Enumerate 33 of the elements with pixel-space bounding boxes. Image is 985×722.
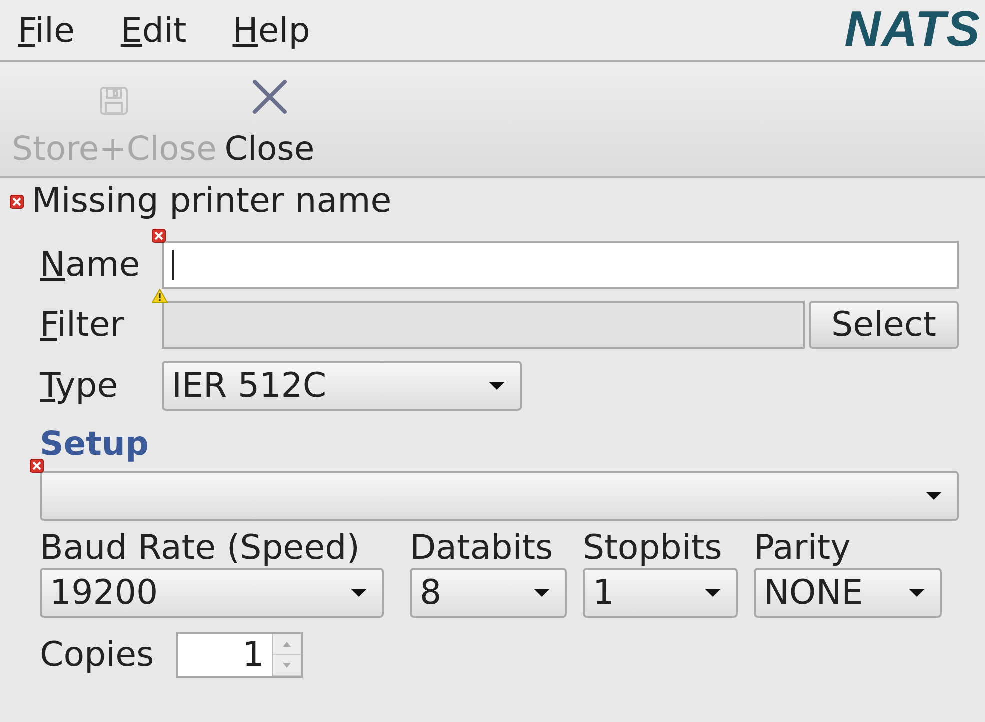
logo: NATS	[844, 1, 981, 59]
setup-dropdown[interactable]	[40, 471, 959, 522]
field-label: Stopbits	[583, 529, 724, 568]
name-field[interactable]	[162, 241, 959, 290]
dropdown[interactable]: NONE	[754, 568, 942, 618]
toolbar-button[interactable]: Close	[220, 78, 319, 176]
dropdown-arrow-icon	[350, 588, 368, 598]
menu-item[interactable]: Help	[232, 8, 310, 52]
field-label: Name	[40, 246, 142, 285]
menu-item[interactable]: File	[18, 8, 75, 52]
dropdown-arrow-icon	[908, 588, 926, 598]
dropdown[interactable]: 8	[410, 568, 567, 618]
close-icon	[250, 78, 289, 116]
dropdown[interactable]: 1	[583, 568, 738, 618]
section-title: Setup	[40, 425, 150, 464]
field-label: Parity	[754, 529, 852, 568]
dropdown-arrow-icon	[925, 491, 943, 502]
menu-item[interactable]: Edit	[120, 8, 187, 52]
dropdown-arrow-icon	[533, 588, 551, 598]
dropdown-arrow-icon	[488, 381, 506, 392]
copies-spinbox[interactable]: 1	[176, 632, 304, 678]
type-dropdown[interactable]: IER 512C	[162, 361, 522, 412]
dropdown-arrow-icon	[704, 588, 722, 598]
error-icon	[10, 194, 24, 209]
up-arrow-icon	[283, 642, 292, 647]
error-message: Missing printer name	[32, 182, 392, 222]
field-label: Databits	[410, 529, 554, 568]
down-arrow-icon	[283, 662, 292, 668]
field-label: Filter	[40, 306, 126, 345]
field-label: Copies	[40, 636, 154, 675]
field-label: Baud Rate (Speed)	[40, 529, 361, 568]
field-label: Type	[40, 366, 120, 406]
dropdown[interactable]: 19200	[40, 568, 384, 618]
